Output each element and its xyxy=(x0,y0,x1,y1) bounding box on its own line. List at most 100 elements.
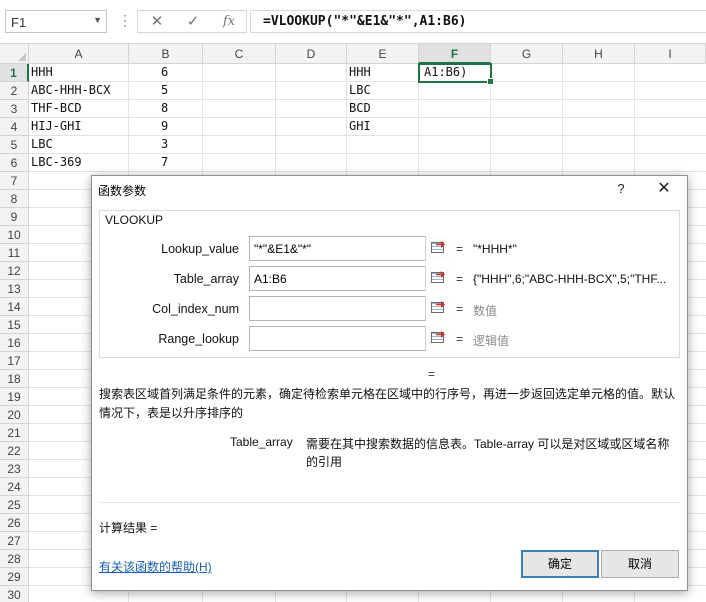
col-index-num-input[interactable] xyxy=(249,296,449,321)
row-header-17[interactable]: 17 xyxy=(0,352,29,370)
chevron-down-icon[interactable]: ▼ xyxy=(93,15,102,25)
function-arguments-dialog: 函数参数 ? ✕ VLOOKUP Lookup_value "*"&E1&"*"… xyxy=(91,175,688,591)
collapse-dialog-icon[interactable] xyxy=(425,326,449,351)
row-header-5[interactable]: 5 xyxy=(0,136,29,154)
column-header-i[interactable]: I xyxy=(635,44,706,64)
arg-label-lookup-value: Lookup_value xyxy=(161,242,239,256)
row-header-20[interactable]: 20 xyxy=(0,406,29,424)
collapse-dialog-icon[interactable] xyxy=(425,236,449,261)
row-header-10[interactable]: 10 xyxy=(0,226,29,244)
row-header-14[interactable]: 14 xyxy=(0,298,29,316)
function-result-equals: = xyxy=(428,367,436,381)
cell-b6[interactable]: 7 xyxy=(159,154,203,172)
ok-button[interactable]: 确定 xyxy=(521,550,599,578)
divider xyxy=(99,502,680,503)
row-header-15[interactable]: 15 xyxy=(0,316,29,334)
row-header-6[interactable]: 6 xyxy=(0,154,29,172)
row-header-3[interactable]: 3 xyxy=(0,100,29,118)
formula-buttons: ✕ ✓ fx xyxy=(137,10,247,33)
row-header-24[interactable]: 24 xyxy=(0,478,29,496)
lookup-value-input[interactable]: "*"&E1&"*" xyxy=(249,236,449,261)
cell-b4[interactable]: 9 xyxy=(159,118,203,136)
cancel-icon[interactable]: ✕ xyxy=(142,12,172,32)
cell-b1[interactable]: 6 xyxy=(159,64,203,82)
arg-result-range-lookup: 逻辑值 xyxy=(473,334,510,348)
cell-a4[interactable]: HIJ-GHI xyxy=(29,118,129,136)
close-icon[interactable]: ✕ xyxy=(650,178,678,200)
argument-description-name: Table_array xyxy=(230,435,293,449)
row-header-21[interactable]: 21 xyxy=(0,424,29,442)
row-header-29[interactable]: 29 xyxy=(0,568,29,586)
cell-e4[interactable]: GHI xyxy=(347,118,419,136)
function-description: 搜索表区域首列满足条件的元素，确定待检索单元格在区域中的行序号，再进一步返回选定… xyxy=(99,387,676,420)
row-header-18[interactable]: 18 xyxy=(0,370,29,388)
row-header-8[interactable]: 8 xyxy=(0,190,29,208)
column-header-a[interactable]: A xyxy=(29,44,129,64)
cell-a2[interactable]: ABC-HHH-BCX xyxy=(29,82,129,100)
select-all-corner[interactable] xyxy=(0,44,29,64)
cell-a3[interactable]: THF-BCD xyxy=(29,100,129,118)
row-header-23[interactable]: 23 xyxy=(0,460,29,478)
row-header-30[interactable]: 30 xyxy=(0,586,29,602)
cell-e2[interactable]: LBC xyxy=(347,82,419,100)
arg-equals: = xyxy=(456,332,464,346)
cell-a1[interactable]: HHH xyxy=(29,64,129,82)
cell-b3[interactable]: 8 xyxy=(159,100,203,118)
row-header-9[interactable]: 9 xyxy=(0,208,29,226)
arg-result-table-array: {"HHH",6;"ABC-HHH-BCX",5;"THF... xyxy=(473,272,667,286)
lookup-value-text: "*"&E1&"*" xyxy=(254,242,312,256)
formula-input[interactable]: =VLOOKUP("*"&E1&"*",A1:B6) xyxy=(250,10,706,33)
argument-description-text: 需要在其中搜索数据的信息表。Table-array 可以是对区域或区域名称的引用 xyxy=(306,437,670,469)
row-header-27[interactable]: 27 xyxy=(0,532,29,550)
arg-result-col-index-num: 数值 xyxy=(473,304,498,318)
row-header-1[interactable]: 1 xyxy=(0,64,29,82)
column-header-f[interactable]: F xyxy=(419,44,491,64)
row-header-22[interactable]: 22 xyxy=(0,442,29,460)
row-header-12[interactable]: 12 xyxy=(0,262,29,280)
cell-e1[interactable]: HHH xyxy=(347,64,419,82)
column-header-h[interactable]: H xyxy=(563,44,635,64)
arg-label-range-lookup: Range_lookup xyxy=(158,332,239,346)
cell-e3[interactable]: BCD xyxy=(347,100,419,118)
cell-a6[interactable]: LBC-369 xyxy=(29,154,129,172)
function-help-link[interactable]: 有关该函数的帮助(H) xyxy=(99,558,212,575)
row-header-11[interactable]: 11 xyxy=(0,244,29,262)
collapse-dialog-icon[interactable] xyxy=(425,296,449,321)
dialog-title: 函数参数 xyxy=(98,184,147,198)
cell-f1-editing[interactable]: A1:B6) xyxy=(418,63,494,85)
row-header-13[interactable]: 13 xyxy=(0,280,29,298)
column-header-c[interactable]: C xyxy=(203,44,276,64)
column-header-d[interactable]: D xyxy=(276,44,347,64)
cell-a5[interactable]: LBC xyxy=(29,136,129,154)
name-box[interactable]: F1 ▼ xyxy=(5,10,107,33)
help-icon[interactable]: ? xyxy=(609,178,633,200)
row-header-25[interactable]: 25 xyxy=(0,496,29,514)
cancel-button[interactable]: 取消 xyxy=(601,550,679,578)
enter-icon[interactable]: ✓ xyxy=(178,12,208,32)
arg-label-col-index-num: Col_index_num xyxy=(152,302,239,316)
column-header-e[interactable]: E xyxy=(347,44,419,64)
table-array-text: A1:B6 xyxy=(254,272,287,286)
row-header-16[interactable]: 16 xyxy=(0,334,29,352)
insert-function-icon[interactable]: fx xyxy=(214,12,244,32)
calculation-result: 计算结果 = xyxy=(99,521,158,535)
cell-b2[interactable]: 5 xyxy=(159,82,203,100)
range-lookup-input[interactable] xyxy=(249,326,449,351)
column-header-g[interactable]: G xyxy=(491,44,563,64)
column-header-b[interactable]: B xyxy=(129,44,203,64)
collapse-dialog-icon[interactable] xyxy=(425,266,449,291)
drag-handle-icon[interactable]: ⋮ xyxy=(118,12,132,29)
cell-b5[interactable]: 3 xyxy=(159,136,203,154)
row-header-2[interactable]: 2 xyxy=(0,82,29,100)
row-header-7[interactable]: 7 xyxy=(0,172,29,190)
function-name: VLOOKUP xyxy=(105,213,164,227)
table-array-input[interactable]: A1:B6 xyxy=(249,266,449,291)
arg-equals: = xyxy=(456,242,464,256)
row-header-4[interactable]: 4 xyxy=(0,118,29,136)
row-header-19[interactable]: 19 xyxy=(0,388,29,406)
arg-result-lookup-value: "*HHH*" xyxy=(473,242,517,256)
arg-equals: = xyxy=(456,272,464,286)
arg-equals: = xyxy=(456,302,464,316)
row-header-28[interactable]: 28 xyxy=(0,550,29,568)
row-header-26[interactable]: 26 xyxy=(0,514,29,532)
